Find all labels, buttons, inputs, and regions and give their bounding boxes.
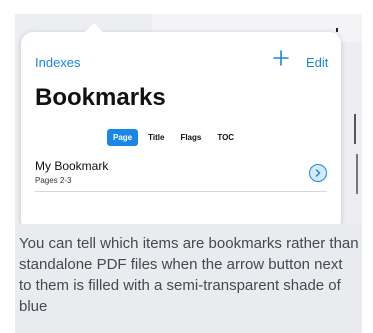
- bookmark-pages: Pages 2-3: [35, 176, 72, 185]
- segment-toc[interactable]: TOC: [211, 129, 240, 146]
- popover-arrow: [84, 23, 104, 33]
- background-page-edge-right-lower: [356, 154, 362, 194]
- segment-flags[interactable]: Flags: [174, 129, 207, 146]
- bookmarks-popover: Indexes Edit Bookmarks Page Title Flags …: [21, 23, 341, 232]
- background-page-edge-right: [354, 114, 362, 144]
- chevron-right-circle-icon[interactable]: [309, 164, 327, 182]
- edit-button[interactable]: Edit: [306, 55, 328, 70]
- segment-page[interactable]: Page: [107, 128, 139, 146]
- page-title: Bookmarks: [35, 84, 166, 111]
- bookmark-row[interactable]: My Bookmark Pages 2-3: [35, 157, 327, 192]
- indexes-back-button[interactable]: Indexes: [35, 55, 81, 70]
- segment-title[interactable]: Title: [142, 129, 170, 146]
- plus-icon[interactable]: [271, 48, 291, 68]
- sort-segmented-control: Page Title Flags TOC: [107, 128, 240, 146]
- background-mark: [336, 28, 338, 32]
- bookmark-title: My Bookmark: [35, 159, 109, 173]
- page: Indexes Edit Bookmarks Page Title Flags …: [0, 0, 373, 333]
- caption-text: You can tell which items are bookmarks r…: [19, 235, 359, 315]
- caption-box: You can tell which items are bookmarks r…: [15, 224, 362, 333]
